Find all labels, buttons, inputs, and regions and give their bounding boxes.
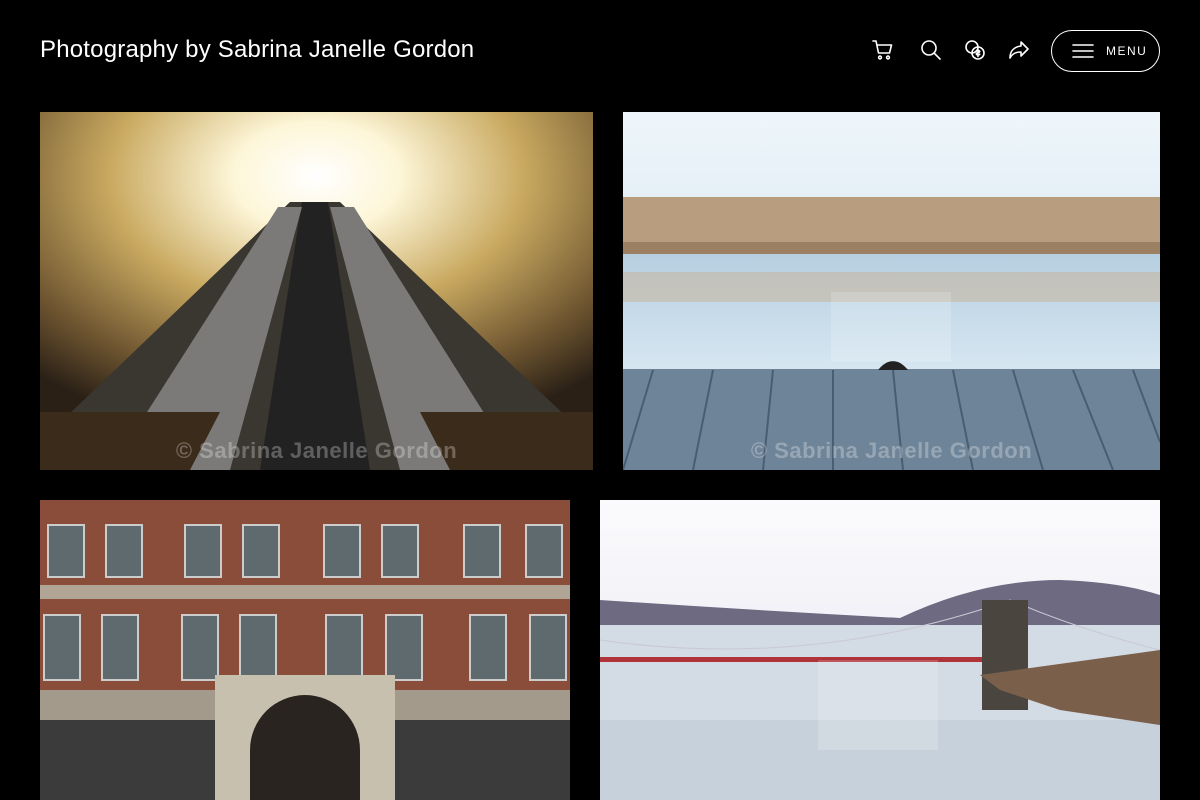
menu-label: MENU [1106,44,1148,58]
photo-river-town[interactable]: © Sabrina Janelle Gordon [623,112,1160,470]
share-icon[interactable] [1005,36,1033,64]
photo-brick-building[interactable] [40,500,570,800]
watermark: © Sabrina Janelle Gordon [750,438,1033,463]
photo-image [623,112,1160,470]
site-header: Photography by Sabrina Janelle Gordon ME… [0,0,1200,100]
search-icon[interactable] [917,36,945,64]
hamburger-icon [1072,44,1094,58]
watermark-logo-icon [818,660,938,750]
site-title[interactable]: Photography by Sabrina Janelle Gordon [40,36,474,64]
photo-image [40,500,570,800]
watermark-logo-icon [831,292,951,362]
photo-suspension-bridge[interactable] [600,500,1160,800]
photo-escalator-tunnel[interactable]: © Sabrina Janelle Gordon [40,112,593,470]
menu-button[interactable]: MENU [1051,30,1160,72]
cart-icon[interactable] [869,36,897,64]
currency-icon[interactable] [961,36,989,64]
watermark: © Sabrina Janelle Gordon [175,438,458,463]
photo-image [40,112,593,470]
photo-image [600,500,1160,800]
